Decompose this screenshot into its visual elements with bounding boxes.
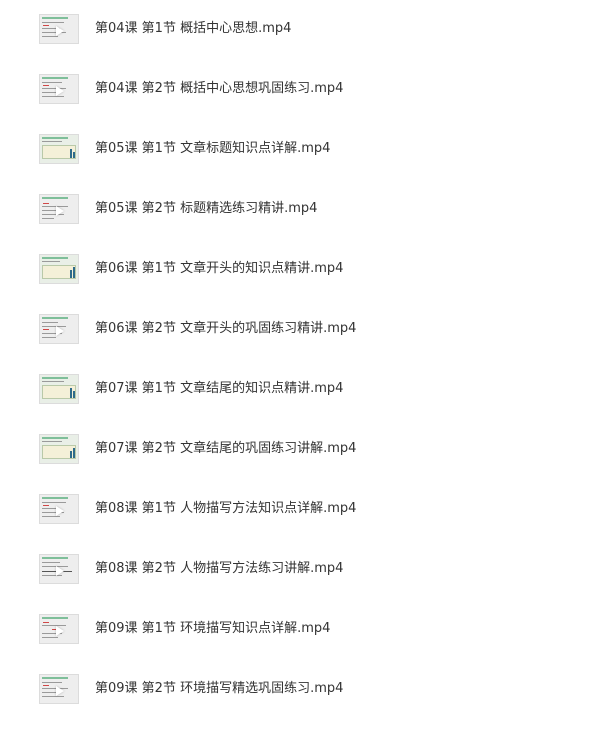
video-thumbnail-icon[interactable]: [39, 374, 79, 404]
file-row[interactable]: 第08课 第2节 人物描写方法练习讲解.mp4: [0, 554, 596, 614]
video-thumbnail-icon[interactable]: [39, 314, 79, 344]
file-row[interactable]: 第07课 第1节 文章结尾的知识点精讲.mp4: [0, 374, 596, 434]
video-thumbnail-icon[interactable]: [39, 74, 79, 104]
file-name[interactable]: 第04课 第1节 概括中心思想.mp4: [95, 20, 291, 38]
video-thumbnail-icon[interactable]: [39, 254, 79, 284]
video-thumbnail-icon[interactable]: [39, 614, 79, 644]
file-name[interactable]: 第08课 第2节 人物描写方法练习讲解.mp4: [95, 560, 343, 578]
file-row[interactable]: 第05课 第2节 标题精选练习精讲.mp4: [0, 194, 596, 254]
video-thumbnail-icon[interactable]: [39, 674, 79, 704]
file-name[interactable]: 第05课 第1节 文章标题知识点详解.mp4: [95, 140, 330, 158]
file-row[interactable]: 第05课 第1节 文章标题知识点详解.mp4: [0, 134, 596, 194]
video-thumbnail-icon[interactable]: [39, 194, 79, 224]
file-row[interactable]: 第06课 第2节 文章开头的巩固练习精讲.mp4: [0, 314, 596, 374]
file-row[interactable]: 第04课 第1节 概括中心思想.mp4: [0, 14, 596, 74]
video-thumbnail-icon[interactable]: [39, 14, 79, 44]
file-row[interactable]: 第08课 第1节 人物描写方法知识点详解.mp4: [0, 494, 596, 554]
file-row[interactable]: 第09课 第2节 环境描写精选巩固练习.mp4: [0, 674, 596, 734]
file-row[interactable]: 第07课 第2节 文章结尾的巩固练习讲解.mp4: [0, 434, 596, 494]
video-thumbnail-icon[interactable]: [39, 494, 79, 524]
file-name[interactable]: 第04课 第2节 概括中心思想巩固练习.mp4: [95, 80, 343, 98]
file-row[interactable]: 第06课 第1节 文章开头的知识点精讲.mp4: [0, 254, 596, 314]
file-row[interactable]: 第04课 第2节 概括中心思想巩固练习.mp4: [0, 74, 596, 134]
file-row[interactable]: 第09课 第1节 环境描写知识点详解.mp4: [0, 614, 596, 674]
file-name[interactable]: 第05课 第2节 标题精选练习精讲.mp4: [95, 200, 317, 218]
file-name[interactable]: 第07课 第2节 文章结尾的巩固练习讲解.mp4: [95, 440, 356, 458]
video-thumbnail-icon[interactable]: [39, 134, 79, 164]
video-thumbnail-icon[interactable]: [39, 434, 79, 464]
file-name[interactable]: 第07课 第1节 文章结尾的知识点精讲.mp4: [95, 380, 343, 398]
file-name[interactable]: 第09课 第1节 环境描写知识点详解.mp4: [95, 620, 330, 638]
file-name[interactable]: 第08课 第1节 人物描写方法知识点详解.mp4: [95, 500, 356, 518]
file-name[interactable]: 第06课 第2节 文章开头的巩固练习精讲.mp4: [95, 320, 356, 338]
video-thumbnail-icon[interactable]: [39, 554, 79, 584]
file-name[interactable]: 第09课 第2节 环境描写精选巩固练习.mp4: [95, 680, 343, 698]
file-name[interactable]: 第06课 第1节 文章开头的知识点精讲.mp4: [95, 260, 343, 278]
